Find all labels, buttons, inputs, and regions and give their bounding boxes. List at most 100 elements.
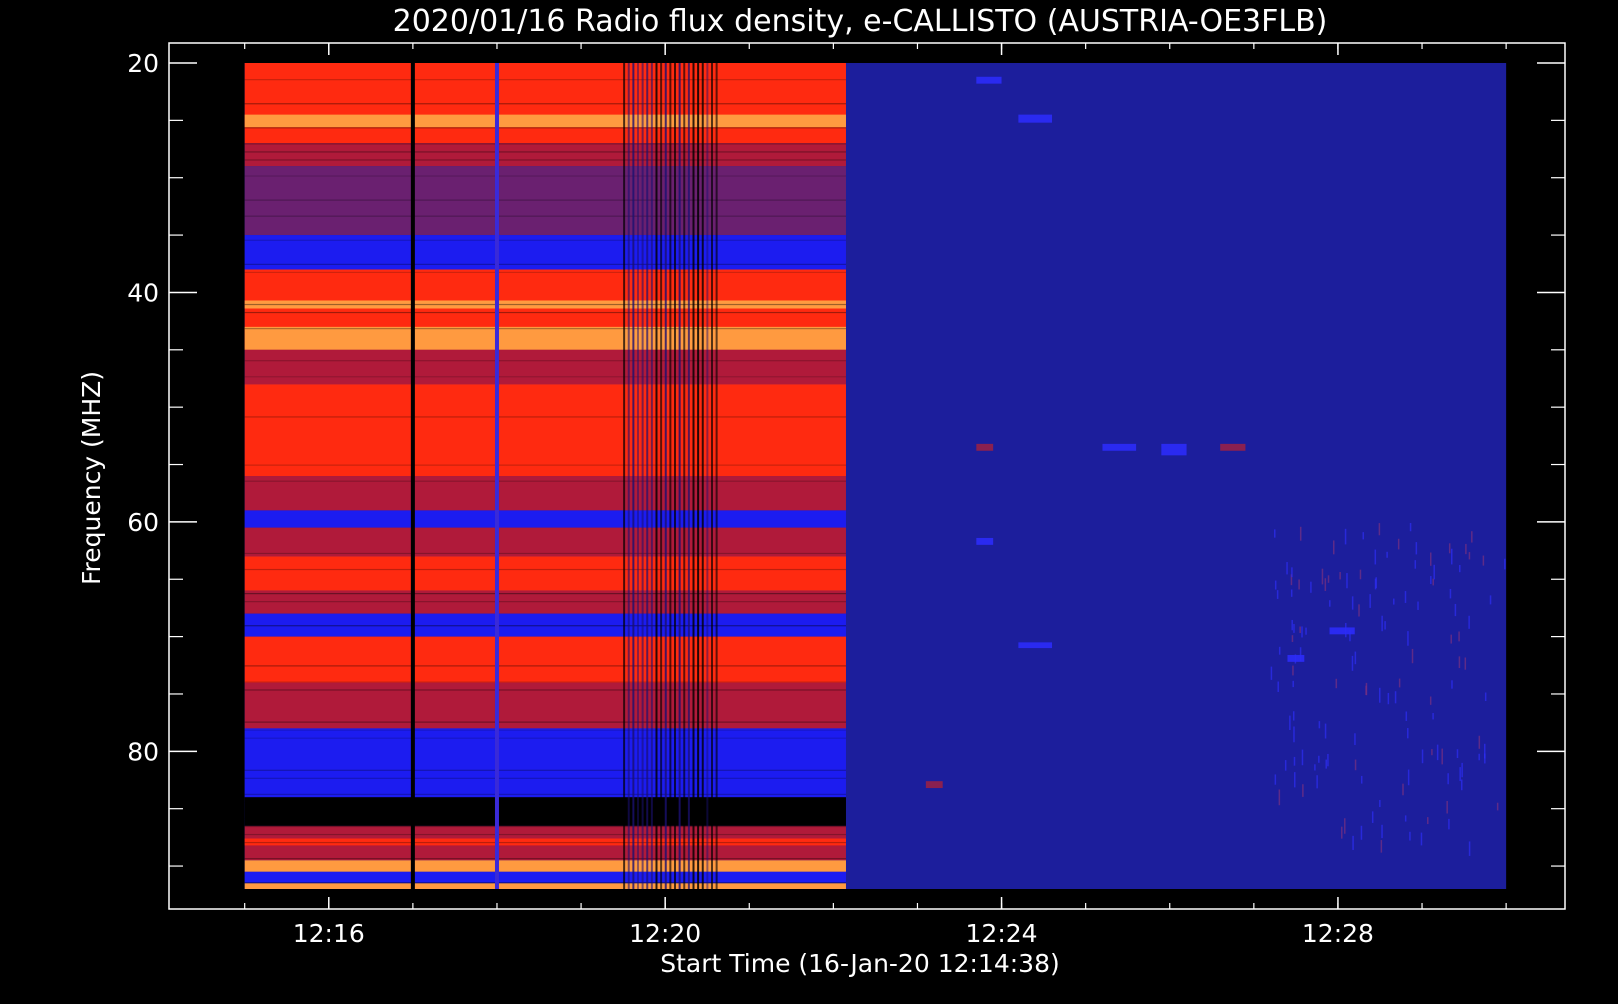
frequency-band-7 [244,326,846,350]
speckle [1381,824,1383,839]
speckle [1293,624,1295,633]
speckle [1302,784,1304,797]
speckle [1432,713,1434,720]
speckle [1379,799,1381,808]
speckle [1293,726,1295,743]
texture-line [244,79,846,81]
interference-stripe [636,63,639,889]
chart-svg: 2020/01/16 Radio flux density, e-CALLIST… [0,0,1618,1000]
interference-stripe [697,63,700,889]
interference-stripe [692,63,695,889]
speckle [1398,678,1401,688]
quiet-spot-6 [976,537,994,545]
interference-stripe [627,63,630,889]
speckle [1374,549,1377,565]
speckle [1299,647,1302,662]
speckle [1496,802,1499,811]
speckle [1484,692,1487,702]
interference-stripe [650,63,653,889]
texture-line [244,215,846,217]
speckle [1404,815,1407,822]
speckle [1447,773,1449,785]
speckle [1299,526,1302,541]
speckle [1290,589,1293,597]
speckle [1436,744,1439,761]
speckle [1384,621,1386,630]
texture-line [244,833,846,836]
x-tick-label-3: 12:28 [1302,919,1374,948]
interference-stripe [711,63,714,889]
speckle [1298,579,1300,590]
speckle [1293,772,1296,788]
speckle [1324,578,1327,591]
texture-line [244,825,846,828]
speckle [1415,542,1418,555]
speckle [1310,581,1312,593]
interference-stripe [701,63,704,889]
speckle [1374,578,1377,590]
interference-stripe [715,63,718,889]
texture-line [244,360,846,362]
plot-area [244,63,1507,889]
speckle [1489,595,1492,605]
time-dropout-0 [410,63,415,889]
texture-line [244,151,846,153]
speckle [1301,749,1304,766]
speckle [1407,769,1410,786]
speckle [1274,580,1277,590]
frequency-band-9 [244,384,846,476]
speckle [1289,715,1291,730]
frequency-band-13 [244,556,846,591]
speckle [1429,696,1432,705]
speckle [1358,604,1360,617]
speckle [1468,841,1471,856]
speckle [1344,528,1347,545]
speckle [1465,543,1467,555]
speckle [1339,571,1341,580]
speckle [1461,762,1463,778]
speckle [1284,760,1287,771]
texture-line [244,777,846,779]
speckle [1386,551,1388,558]
speckle [1354,733,1356,746]
y-tick-label-1: 40 [127,278,159,307]
speckle [1397,538,1400,550]
speckle [1407,728,1409,739]
texture-line [244,271,846,273]
speckle [1276,590,1279,599]
chart-title: 2020/01/16 Radio flux density, e-CALLIST… [393,4,1328,39]
interference-stripe [655,63,658,889]
x-tick-label-2: 12:24 [966,919,1038,948]
texture-line [244,175,846,177]
quiet-spot-2 [976,443,994,451]
speckle [1299,626,1301,634]
speckle [1431,749,1433,756]
speckle [1409,831,1411,841]
speckle [1278,646,1281,655]
speckle [1277,681,1279,692]
speckle [1270,666,1273,680]
quiet-spot-3 [1102,443,1137,451]
speckle [1394,691,1397,704]
texture-line [244,328,846,330]
speckle [1316,775,1318,789]
speckle [1393,598,1395,605]
texture-line [244,376,846,378]
quiet-spot-7 [1018,642,1053,649]
x-tick-label-0: 12:16 [293,919,365,948]
texture-line [244,729,846,731]
speckle [1352,835,1354,850]
texture-line [244,303,846,306]
speckle [1324,723,1327,739]
speckle [1446,800,1448,814]
speckle [1335,678,1338,689]
texture-line [244,882,846,884]
speckle [1360,825,1363,840]
speckle [1449,588,1452,599]
speckle [1441,748,1443,765]
quiet-spot-4 [1161,443,1187,456]
frequency-band-8 [244,349,846,385]
speckle [1292,665,1294,676]
interference-stripe [623,63,626,889]
frequency-band-23 [244,871,846,884]
